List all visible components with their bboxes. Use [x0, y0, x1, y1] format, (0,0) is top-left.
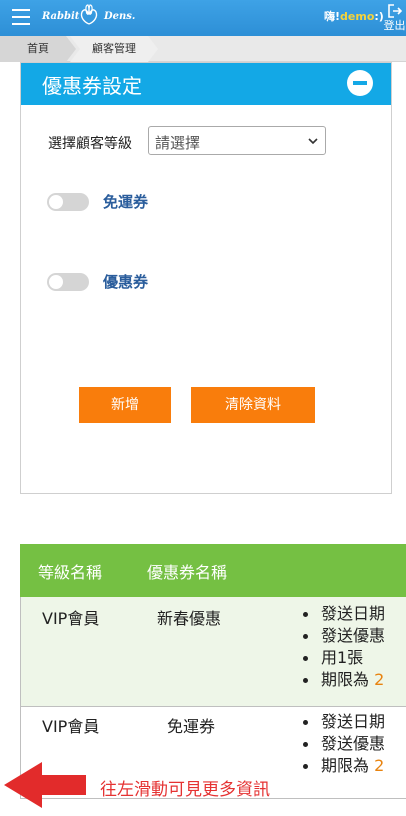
- left-arrow-icon: [4, 762, 86, 808]
- logout-icon: [387, 4, 402, 18]
- brand-logo: Rabbit Dens.: [42, 4, 136, 29]
- detail-item: 發送日期: [301, 603, 406, 625]
- coupon-settings-panel: 優惠券設定 選擇顧客等級 請選擇 免運券 優惠券 新增 清除資料: [20, 62, 392, 494]
- table-row: VIP會員 新春優惠 發送日期 發送優惠 用1張 期限為 2: [20, 597, 406, 707]
- customer-level-select[interactable]: 請選擇: [148, 126, 326, 155]
- discount-coupon-toggle[interactable]: [47, 273, 89, 291]
- panel-title: 優惠券設定: [42, 74, 142, 98]
- free-shipping-label: 免運券: [103, 193, 149, 211]
- logout-label: 登出: [383, 19, 406, 32]
- free-shipping-toggle[interactable]: [47, 193, 89, 211]
- detail-text: 期限為: [321, 756, 370, 775]
- detail-item-continued: 用1張: [301, 647, 406, 669]
- brand-name-left: Rabbit: [42, 11, 80, 22]
- cell-details: 發送日期 發送優惠 期限為 2: [301, 711, 406, 777]
- user-greeting: 嗨!demo:): [324, 8, 384, 24]
- logout-button[interactable]: 登出: [383, 4, 406, 34]
- toggle-knob: [49, 275, 63, 289]
- detail-item: 期限為 2: [301, 669, 406, 691]
- rabbit-logo-icon: [80, 4, 98, 25]
- cell-details: 發送日期 發送優惠 用1張 期限為 2: [301, 603, 406, 691]
- detail-text: 期限為: [321, 670, 370, 689]
- breadcrumb-item-home[interactable]: 首頁: [0, 36, 76, 62]
- detail-item: 發送優惠: [301, 625, 406, 647]
- panel-header: 優惠券設定: [21, 63, 391, 105]
- detail-highlight: 2: [374, 670, 385, 689]
- detail-continuation-text: 用1張: [321, 648, 364, 667]
- brand-name-right: Dens.: [104, 11, 136, 22]
- customer-level-label: 選擇顧客等級: [48, 136, 132, 152]
- breadcrumb-item-customers[interactable]: 顧客管理: [70, 36, 158, 62]
- top-bar: Rabbit Dens. 嗨!demo:) 登出: [0, 0, 406, 36]
- column-header-level: 等級名稱: [38, 563, 103, 582]
- detail-item: 期限為 2: [301, 755, 406, 777]
- cell-level: VIP會員: [42, 717, 100, 736]
- greeting-prefix: 嗨!: [324, 10, 341, 23]
- table-header: 等級名稱 優惠券名稱: [20, 544, 406, 597]
- detail-item: 發送日期: [301, 711, 406, 733]
- clear-data-button[interactable]: 清除資料: [191, 387, 315, 423]
- column-header-coupon: 優惠券名稱: [147, 563, 228, 582]
- collapse-icon[interactable]: [347, 70, 373, 96]
- chevron-down-icon: [308, 138, 318, 145]
- cell-level: VIP會員: [42, 609, 100, 628]
- toggle-knob: [49, 195, 63, 209]
- menu-icon[interactable]: [12, 9, 30, 25]
- swipe-hint-text: 往左滑動可見更多資訊: [100, 780, 270, 800]
- add-button[interactable]: 新增: [79, 387, 171, 423]
- detail-item: 發送優惠: [301, 733, 406, 755]
- discount-coupon-label: 優惠券: [103, 273, 149, 291]
- cell-coupon: 免運券: [167, 717, 216, 736]
- cell-coupon: 新春優惠: [157, 609, 222, 628]
- breadcrumb: 顧客管理 首頁: [0, 36, 406, 62]
- customer-level-value: 請選擇: [155, 134, 201, 152]
- detail-highlight: 2: [374, 756, 385, 775]
- username: demo: [340, 10, 375, 23]
